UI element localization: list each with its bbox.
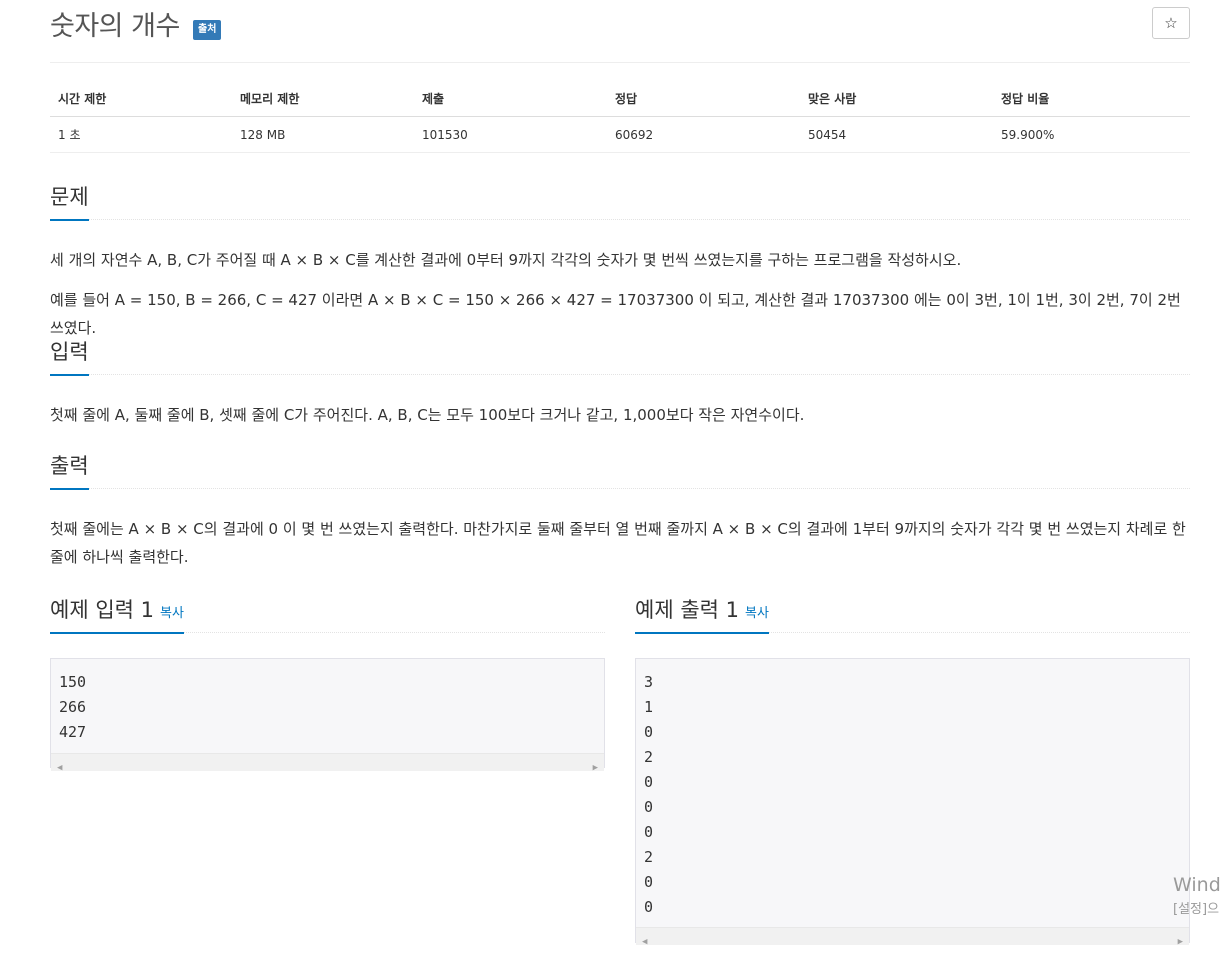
solved-users-value[interactable]: 50454 <box>800 116 993 153</box>
sample-output-line: 3 <box>644 673 654 691</box>
header-solved-users: 맞은 사람 <box>800 80 993 117</box>
description-section: 문제 세 개의 자연수 A, B, C가 주어질 때 A × B × C를 계산… <box>50 182 1190 342</box>
sample-output-headline: 예제 출력 1 복사 <box>635 594 1190 634</box>
info-value-row: 1 초 128 MB 101530 60692 50454 59.900% <box>50 116 1190 153</box>
copy-sample-output-button[interactable]: 복사 <box>745 606 769 621</box>
input-headline: 입력 <box>50 336 1190 376</box>
problem-header: 숫자의 개수 출처 ☆ <box>50 0 1190 63</box>
sample-output-section: 예제 출력 1 복사 3 1 0 2 0 0 0 2 0 0 ◀ ▶ <box>635 594 1190 947</box>
sample-output-line: 0 <box>644 798 654 816</box>
problem-page: 숫자의 개수 출처 ☆ 시간 제한 메모리 제한 제출 정답 맞은 사람 정답 … <box>50 0 1190 947</box>
output-paragraph: 첫째 줄에는 A × B × C의 결과에 0 이 몇 번 쓰였는지 출력한다.… <box>50 520 1186 566</box>
accept-rate-value: 59.900% <box>993 116 1190 153</box>
sample-input-line: 150 <box>59 673 87 691</box>
sample-input-box[interactable]: 150 266 427 ◀ ▶ <box>50 658 605 773</box>
submissions-value[interactable]: 101530 <box>414 116 607 153</box>
favorite-button[interactable]: ☆ <box>1152 7 1190 39</box>
sample-input-section: 예제 입력 1 복사 150 266 427 ◀ ▶ <box>50 594 605 773</box>
output-text: 첫째 줄에는 A × B × C의 결과에 0 이 몇 번 쓰였는지 출력한다.… <box>50 515 1190 571</box>
scroll-left-icon[interactable]: ◀ <box>642 930 647 955</box>
sample-input-heading: 예제 입력 1 복사 <box>50 594 184 634</box>
description-heading: 문제 <box>50 181 89 221</box>
header-accepted: 정답 <box>607 80 800 117</box>
info-header-row: 시간 제한 메모리 제한 제출 정답 맞은 사람 정답 비율 <box>50 80 1190 117</box>
sample-output-line: 2 <box>644 748 654 766</box>
sample-output-line: 0 <box>644 873 654 891</box>
horizontal-scrollbar[interactable]: ◀ ▶ <box>51 753 604 773</box>
time-limit-value: 1 초 <box>50 116 232 153</box>
sample-output-heading: 예제 출력 1 복사 <box>635 594 769 634</box>
scroll-right-icon[interactable]: ▶ <box>593 756 598 781</box>
input-section: 입력 첫째 줄에 A, 둘째 줄에 B, 셋째 줄에 C가 주어진다. A, B… <box>50 337 1190 429</box>
header-memory-limit: 메모리 제한 <box>232 80 414 117</box>
output-section: 출력 첫째 줄에는 A × B × C의 결과에 0 이 몇 번 쓰였는지 출력… <box>50 451 1190 571</box>
star-icon: ☆ <box>1164 14 1178 32</box>
page-title: 숫자의 개수 <box>50 11 180 42</box>
sample-output-line: 0 <box>644 898 654 916</box>
sample-output-box[interactable]: 3 1 0 2 0 0 0 2 0 0 ◀ ▶ <box>635 658 1190 947</box>
sample-output-line: 2 <box>644 848 654 866</box>
description-paragraph: 예를 들어 A = 150, B = 266, C = 427 이라면 A × … <box>50 291 1181 337</box>
memory-limit-value: 128 MB <box>232 116 414 153</box>
input-paragraph: 첫째 줄에 A, 둘째 줄에 B, 셋째 줄에 C가 주어진다. A, B, C… <box>50 406 805 424</box>
input-text: 첫째 줄에 A, 둘째 줄에 B, 셋째 줄에 C가 주어진다. A, B, C… <box>50 401 1190 429</box>
header-accept-rate: 정답 비율 <box>993 80 1190 117</box>
input-heading: 입력 <box>50 336 89 376</box>
sample-output-line: 1 <box>644 698 654 716</box>
description-paragraph: 세 개의 자연수 A, B, C가 주어질 때 A × B × C를 계산한 결… <box>50 251 962 269</box>
sample-output-line: 0 <box>644 823 654 841</box>
horizontal-scrollbar[interactable]: ◀ ▶ <box>636 927 1189 947</box>
problem-info-table: 시간 제한 메모리 제한 제출 정답 맞은 사람 정답 비율 1 초 128 M… <box>50 80 1190 153</box>
source-badge[interactable]: 출처 <box>193 20 222 40</box>
sample-output-line: 0 <box>644 723 654 741</box>
sample-input-line: 427 <box>59 723 87 741</box>
accepted-value[interactable]: 60692 <box>607 116 800 153</box>
description-text: 세 개의 자연수 A, B, C가 주어질 때 A × B × C를 계산한 결… <box>50 246 1190 342</box>
watermark-line: [설정]으 <box>1173 902 1220 917</box>
watermark-line: Wind <box>1173 874 1221 896</box>
scroll-right-icon[interactable]: ▶ <box>1178 930 1183 955</box>
description-headline: 문제 <box>50 181 1190 221</box>
sample-input-line: 266 <box>59 698 87 716</box>
windows-activation-watermark: Wind [설정]으 <box>1173 874 1221 917</box>
header-time-limit: 시간 제한 <box>50 80 232 117</box>
output-heading: 출력 <box>50 450 89 490</box>
scroll-left-icon[interactable]: ◀ <box>57 756 62 781</box>
sample-output-line: 0 <box>644 773 654 791</box>
output-headline: 출력 <box>50 450 1190 490</box>
copy-sample-input-button[interactable]: 복사 <box>160 606 184 621</box>
sample-input-headline: 예제 입력 1 복사 <box>50 594 605 634</box>
sample-input-title: 예제 입력 1 <box>50 598 154 622</box>
header-submissions: 제출 <box>414 80 607 117</box>
sample-output-title: 예제 출력 1 <box>635 598 739 622</box>
